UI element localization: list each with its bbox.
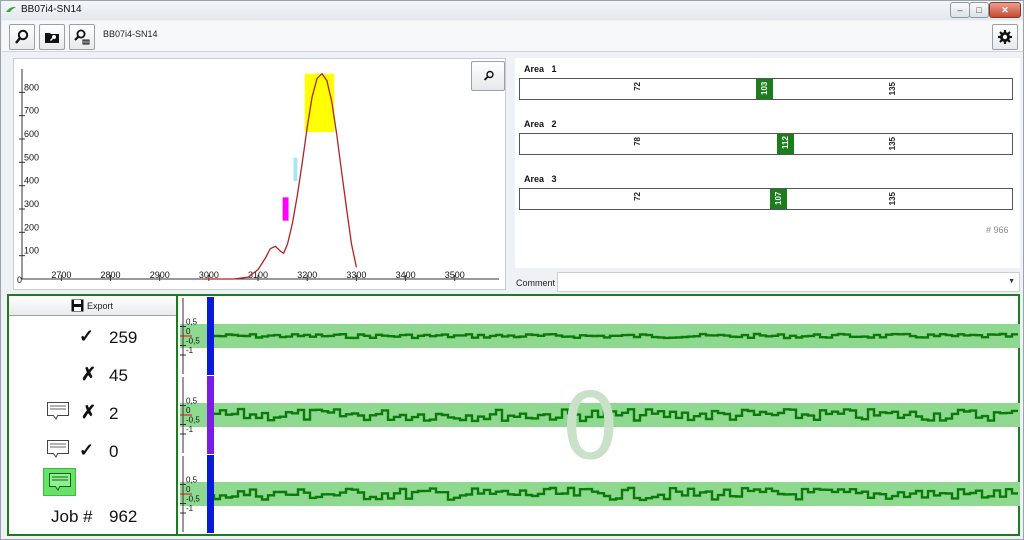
pass-count: 259 xyxy=(109,328,138,347)
y-tick-label: -0,5 xyxy=(186,416,200,425)
comment-label: Comment xyxy=(516,278,556,288)
y-tick-label: 0 xyxy=(186,327,191,336)
zoom-icon xyxy=(483,70,494,81)
area-3-right-value: 135 xyxy=(888,192,897,206)
export-label: Export xyxy=(87,301,114,311)
inspection-panel: Export ✓ 259 ✗ 45 ✗ 2 ✓ 0 Job # 962 0,5 … xyxy=(7,294,1020,536)
gear-icon xyxy=(998,30,1012,44)
area-3-left-value: 72 xyxy=(633,192,642,201)
area-2-right-value: 135 xyxy=(888,137,897,151)
y-tick-label: -1 xyxy=(186,346,194,355)
y-tick-label: 0,5 xyxy=(186,476,198,485)
maximize-button[interactable]: □ xyxy=(969,2,989,18)
x-tick-label: 3200 xyxy=(297,270,317,280)
y-zero-label: 0 xyxy=(17,275,22,285)
y-tick-label: 100 xyxy=(24,246,39,256)
channel-strip xyxy=(207,455,214,533)
area-2-left-value: 78 xyxy=(633,137,642,146)
y-tick-label: 700 xyxy=(24,106,39,116)
y-tick-label: 400 xyxy=(24,176,39,186)
zoom-button[interactable] xyxy=(471,61,505,91)
save-icon xyxy=(71,299,84,312)
area-1-label: Area 1 xyxy=(524,64,557,74)
y-tick-label: 800 xyxy=(24,82,39,92)
message-icon xyxy=(49,473,71,491)
area-1-green-value: 103 xyxy=(756,79,773,99)
highlight-region xyxy=(282,197,289,221)
area-2-bar: 78 112 135 xyxy=(519,133,1013,155)
area-2-label: Area 2 xyxy=(524,119,557,129)
spectrum-chart: 1002003004005006007008000 2700 2800 2900 300… xyxy=(17,69,499,285)
channel-strip xyxy=(207,376,214,454)
y-tick-label: 600 xyxy=(24,129,39,139)
app-icon xyxy=(6,6,16,12)
area-1-bar: 72 103 135 xyxy=(519,78,1013,100)
y-tick-label: -0,5 xyxy=(186,495,200,504)
search-icon xyxy=(15,29,29,44)
check-icon: ✓ xyxy=(79,440,95,460)
channel-strip xyxy=(207,297,214,375)
chevron-down-icon: ▼ xyxy=(1008,278,1015,285)
highlight-region xyxy=(293,157,298,181)
area-3-green-value: 107 xyxy=(770,189,787,209)
record-count: # 966 xyxy=(986,225,1009,235)
y-tick-label: -0,5 xyxy=(186,337,200,346)
fail-count: 45 xyxy=(109,366,128,385)
check-icon: ✓ xyxy=(79,326,95,346)
y-tick-label: 200 xyxy=(24,222,39,232)
folder-icon xyxy=(45,33,59,43)
message-toggle-button[interactable] xyxy=(43,468,76,496)
x-tick-label: 2900 xyxy=(150,270,170,280)
job-number: 962 xyxy=(109,507,138,526)
advanced-search-button[interactable] xyxy=(69,24,95,50)
big-value-overlay: 0 xyxy=(561,373,620,480)
y-tick-label: 300 xyxy=(24,199,39,209)
window-title: BB07i4-SN14 xyxy=(21,4,82,15)
close-button[interactable]: ✕ xyxy=(989,2,1021,18)
cross-icon: ✗ xyxy=(81,402,97,422)
x-tick-label: 3400 xyxy=(396,270,416,280)
y-tick-label: 0,5 xyxy=(186,397,198,406)
x-tick-label: 3500 xyxy=(445,270,465,280)
search-button[interactable] xyxy=(9,24,35,50)
spectrum-chart-panel: 100 200 300 400 500 600 700 800 0 2700 2800 2900 300… xyxy=(13,58,506,290)
area-1-left-value: 72 xyxy=(633,82,642,91)
area-1-right-value: 135 xyxy=(888,82,897,96)
x-tick-label: 2700 xyxy=(51,270,71,280)
message-pass-count: 0 xyxy=(109,442,119,461)
minimize-button[interactable]: – xyxy=(950,2,970,18)
y-tick-label: -1 xyxy=(186,425,194,434)
comment-dropdown[interactable]: ▼ xyxy=(557,272,1020,292)
area-3-bar: 72 107 135 xyxy=(519,188,1013,210)
x-tick-label: 3300 xyxy=(346,270,366,280)
export-button[interactable]: Export xyxy=(9,296,176,316)
serial-label: BB07i4-SN14 xyxy=(103,29,158,39)
title-bar: BB07i4-SN14 – □ ✕ xyxy=(1,1,1023,20)
folder-search-button[interactable] xyxy=(39,24,65,50)
x-tick-label: 2800 xyxy=(101,270,121,280)
message-fail-count: 2 xyxy=(109,404,119,423)
results-panel: Export ✓ 259 ✗ 45 ✗ 2 ✓ 0 Job # 962 xyxy=(9,296,178,534)
search-settings-icon xyxy=(74,29,90,45)
settings-button[interactable] xyxy=(992,24,1018,50)
app-window: BB07i4-SN14 – □ ✕ BB07i4-SN14 100 200 30… xyxy=(0,0,1024,540)
y-tick-label: 0 xyxy=(186,485,191,494)
y-tick-label: 0,5 xyxy=(186,318,198,327)
toolbar: BB07i4-SN14 xyxy=(2,21,1023,52)
y-tick-label: 0 xyxy=(186,406,191,415)
area-2-green-value: 112 xyxy=(777,134,794,154)
job-label: Job # xyxy=(51,507,93,526)
message-icon xyxy=(47,402,69,420)
message-icon xyxy=(47,440,69,458)
area-3-label: Area 3 xyxy=(524,174,557,184)
y-tick-label: 500 xyxy=(24,152,39,162)
y-tick-label: -1 xyxy=(186,504,194,513)
cross-icon: ✗ xyxy=(81,364,97,384)
